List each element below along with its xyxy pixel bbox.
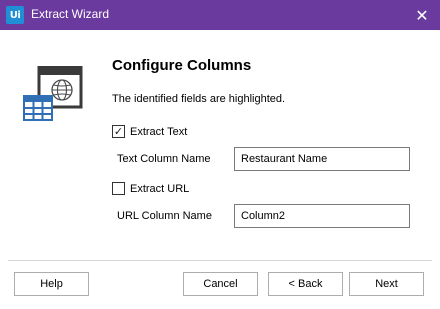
extract-url-checkbox[interactable] [112, 182, 125, 195]
back-button[interactable]: < Back [268, 272, 343, 296]
checkmark-icon: ✓ [113, 125, 124, 138]
extract-url-checkbox-row[interactable]: Extract URL [112, 182, 189, 195]
close-icon: ✕ [415, 5, 429, 25]
extract-text-label: Extract Text [130, 125, 188, 138]
close-button[interactable]: ✕ [404, 0, 440, 30]
web-page-table-extract-icon [22, 65, 84, 124]
app-icon: Ui [6, 6, 24, 24]
text-column-name-input[interactable]: Restaurant Name [234, 147, 410, 171]
page-heading: Configure Columns [112, 57, 252, 74]
url-column-name-input[interactable]: Column2 [234, 204, 410, 228]
text-column-name-value: Restaurant Name [241, 153, 328, 165]
window-title: Extract Wizard [31, 7, 110, 21]
title-bar: Ui Extract Wizard ✕ [0, 0, 440, 30]
url-column-name-label: URL Column Name [117, 210, 212, 222]
extract-url-label: Extract URL [130, 182, 190, 195]
footer-divider [8, 260, 432, 261]
page-subtext: The identified fields are highlighted. [112, 93, 286, 105]
url-column-name-value: Column2 [241, 210, 286, 222]
cancel-button[interactable]: Cancel [183, 272, 258, 296]
help-button[interactable]: Help [14, 272, 89, 296]
extract-wizard-window: Ui Extract Wizard ✕ Configure Columns Th [0, 0, 440, 309]
next-button[interactable]: Next [349, 272, 424, 296]
extract-text-checkbox-row[interactable]: ✓ Extract Text [112, 125, 187, 138]
extract-text-checkbox[interactable]: ✓ [112, 125, 125, 138]
text-column-name-label: Text Column Name [117, 153, 211, 165]
